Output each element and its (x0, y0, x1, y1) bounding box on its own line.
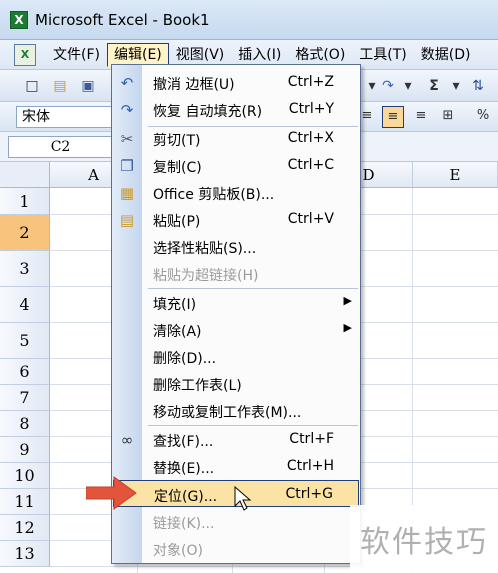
menu-item-undo[interactable]: ↶ 撤消 边框(U) Ctrl+Z (112, 69, 360, 96)
redo-dropdown-icon[interactable]: ▾ (398, 76, 418, 96)
clipboard-icon: ▦ (119, 183, 135, 202)
menu-item-label: 替换(E)... (153, 461, 215, 477)
menu-item-label: 恢复 自动填充(R) (153, 104, 263, 120)
align-right-icon[interactable]: ≡ (410, 106, 432, 128)
menu-item-label: 对象(O) (153, 543, 203, 559)
menu-item-label: 粘贴(P) (153, 214, 201, 230)
menu-item-label: 粘贴为超链接(H) (153, 268, 259, 284)
menu-item-label: 填充(I) (153, 297, 197, 313)
menu-item-label: 删除工作表(L) (153, 378, 242, 394)
scissors-icon: ✂ (120, 129, 134, 148)
row-header-2[interactable]: 2 (0, 215, 50, 251)
menu-item-label: 链接(K)... (153, 516, 215, 532)
menu-data[interactable]: 数据(D) (414, 43, 478, 67)
row-header-13[interactable]: 13 (0, 541, 50, 567)
menu-item-shortcut: Ctrl+X (287, 130, 334, 146)
menu-item-paste[interactable]: ▤ 粘贴(P) Ctrl+V (112, 206, 360, 233)
menu-item-label: 清除(A) (153, 324, 202, 340)
row-header-6[interactable]: 6 (0, 359, 50, 385)
excel-app-icon: X (10, 10, 28, 29)
menu-item-shortcut: Ctrl+Z (287, 74, 334, 90)
red-pointer-arrow-icon (86, 476, 137, 510)
copy-icon: ❐ (120, 156, 134, 175)
row-header-9[interactable]: 9 (0, 437, 50, 463)
menu-item-replace[interactable]: 替换(E)... Ctrl+H (112, 453, 360, 480)
menu-item-shortcut: Ctrl+G (285, 486, 334, 502)
row-header-7[interactable]: 7 (0, 385, 50, 411)
menu-view[interactable]: 视图(V) (169, 43, 232, 67)
menu-item-links: 链接(K)... (112, 508, 360, 535)
menu-item-move-copy-sheet[interactable]: 移动或复制工作表(M)... (112, 397, 360, 424)
menu-item-object: 对象(O) (112, 535, 360, 562)
menu-item-label: 复制(C) (153, 160, 202, 176)
menu-item-shortcut: Ctrl+V (287, 211, 334, 227)
menu-item-office-clipboard[interactable]: ▦ Office 剪贴板(B)... (112, 179, 360, 206)
menu-item-delete-sheet[interactable]: 删除工作表(L) (112, 370, 360, 397)
workbook-icon[interactable]: X (14, 43, 36, 66)
menu-item-fill[interactable]: 填充(I) ▶ (112, 289, 360, 316)
menu-item-label: 定位(G)... (154, 489, 218, 505)
menu-item-label: 删除(D)... (153, 351, 217, 367)
menu-item-shortcut: Ctrl+H (286, 458, 334, 474)
autosum-dropdown-icon[interactable]: ▾ (446, 76, 466, 96)
menu-item-cut[interactable]: ✂ 剪切(T) Ctrl+X (112, 125, 360, 152)
menu-file[interactable]: 文件(F) (46, 43, 107, 67)
align-center-icon[interactable]: ≡ (382, 106, 404, 128)
title-bar: X Microsoft Excel - Book1 (0, 0, 498, 40)
row-header-4[interactable]: 4 (0, 287, 50, 323)
menu-item-shortcut: Ctrl+F (289, 431, 334, 447)
save-icon[interactable]: ▣ (78, 76, 98, 96)
redo-icon[interactable]: ↷ (378, 76, 398, 96)
merge-center-icon[interactable]: ⊞ (437, 106, 459, 128)
row-header-5[interactable]: 5 (0, 323, 50, 359)
row-header-11[interactable]: 11 (0, 489, 50, 515)
column-header-e[interactable]: E (413, 162, 498, 188)
menu-edit[interactable]: 编辑(E) (106, 42, 169, 67)
select-all-corner[interactable] (0, 162, 50, 188)
new-file-icon[interactable]: □ (22, 76, 42, 96)
percent-style-button[interactable]: % (472, 106, 494, 128)
menu-item-copy[interactable]: ❐ 复制(C) Ctrl+C (112, 152, 360, 179)
sort-ascending-icon[interactable]: ⇅ (468, 76, 488, 96)
menu-item-paste-hyperlink: 粘贴为超链接(H) (112, 260, 360, 287)
menu-item-label: 选择性粘贴(S)... (153, 241, 257, 257)
menu-item-label: 查找(F)... (153, 434, 214, 450)
menu-item-label: 移动或复制工作表(M)... (153, 405, 302, 421)
row-header-3[interactable]: 3 (0, 251, 50, 287)
row-header-10[interactable]: 10 (0, 463, 50, 489)
menu-item-label: 撤消 边框(U) (153, 77, 235, 93)
autosum-icon[interactable]: Σ (424, 76, 444, 96)
menu-item-label: 剪切(T) (153, 133, 201, 149)
watermark: 软件技巧 (350, 505, 498, 573)
mouse-cursor-icon (234, 486, 252, 511)
binoculars-icon: ∞ (120, 430, 134, 449)
menu-item-clear[interactable]: 清除(A) ▶ (112, 316, 360, 343)
menu-item-paste-special[interactable]: 选择性粘贴(S)... (112, 233, 360, 260)
menu-format[interactable]: 格式(O) (288, 43, 352, 67)
menu-item-label: Office 剪贴板(B)... (153, 187, 275, 203)
open-folder-icon[interactable]: ▤ (50, 76, 70, 96)
paste-icon: ▤ (119, 210, 135, 229)
row-header-12[interactable]: 12 (0, 515, 50, 541)
submenu-arrow-icon: ▶ (343, 321, 352, 334)
submenu-arrow-icon: ▶ (343, 294, 352, 307)
row-header-1[interactable]: 1 (0, 188, 50, 215)
menu-insert[interactable]: 插入(I) (231, 43, 288, 67)
font-name-box[interactable]: 宋体 (16, 106, 114, 128)
menu-tools[interactable]: 工具(T) (352, 43, 413, 67)
window-title: Microsoft Excel - Book1 (35, 10, 210, 29)
redo-icon: ↷ (120, 100, 134, 119)
undo-icon: ↶ (120, 73, 134, 92)
menu-item-shortcut: Ctrl+Y (288, 101, 334, 117)
menu-item-find[interactable]: ∞ 查找(F)... Ctrl+F (112, 426, 360, 453)
menu-item-shortcut: Ctrl+C (287, 157, 334, 173)
row-header-8[interactable]: 8 (0, 411, 50, 437)
menu-item-delete[interactable]: 删除(D)... (112, 343, 360, 370)
menu-item-redo[interactable]: ↷ 恢复 自动填充(R) Ctrl+Y (112, 96, 360, 123)
name-box[interactable]: C2 (8, 136, 113, 158)
